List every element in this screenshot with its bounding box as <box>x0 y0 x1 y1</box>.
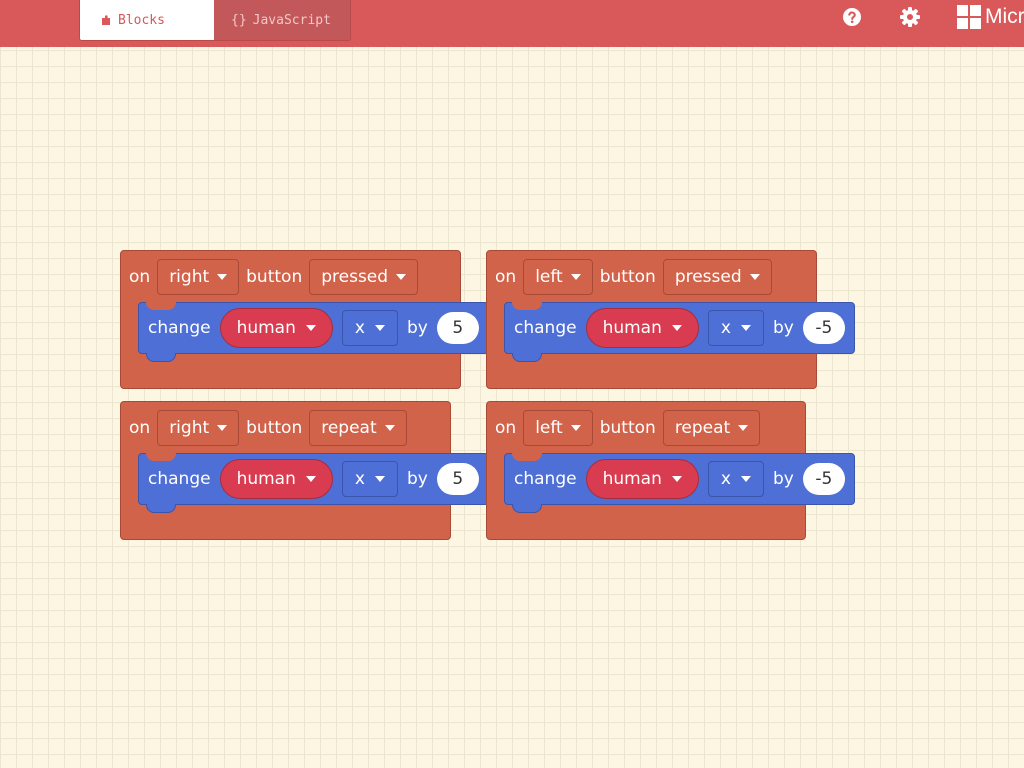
change-label: change <box>514 318 577 338</box>
event-header: on right button pressed <box>129 258 419 296</box>
dropdown-arrow-icon <box>738 425 749 431</box>
dropdown-arrow-icon <box>305 325 316 331</box>
dropdown-arrow-icon <box>374 476 385 482</box>
change-amount-input[interactable]: 5 <box>436 312 479 344</box>
dropdown-arrow-icon <box>305 476 316 482</box>
sprite-variable-value: human <box>602 469 662 489</box>
property-dropdown[interactable]: x <box>707 310 764 346</box>
change-amount-input[interactable]: 5 <box>436 463 479 495</box>
button-name-dropdown[interactable]: left <box>523 259 593 295</box>
change-sprite-property-block[interactable]: change human x by -5 <box>504 302 855 362</box>
button-label: button <box>246 418 303 438</box>
property-dropdown[interactable]: x <box>341 310 398 346</box>
event-header: on left button pressed <box>495 258 772 296</box>
editor-tabs: Blocks {} JavaScript <box>79 0 351 41</box>
puzzle-icon <box>102 14 110 25</box>
dropdown-arrow-icon <box>740 325 751 331</box>
button-event-dropdown[interactable]: pressed <box>662 259 772 295</box>
button-name-value: left <box>535 267 563 287</box>
help-icon[interactable] <box>841 6 863 28</box>
on-label: on <box>129 418 151 438</box>
dropdown-arrow-icon <box>396 274 407 280</box>
sprite-variable-dropdown[interactable]: human <box>219 308 333 348</box>
dropdown-arrow-icon <box>217 274 228 280</box>
property-value: x <box>720 469 731 489</box>
property-value: x <box>354 469 365 489</box>
dropdown-arrow-icon <box>384 425 395 431</box>
change-label: change <box>514 469 577 489</box>
on-button-event-block[interactable]: on right button repeat change human x by… <box>120 401 489 540</box>
on-label: on <box>495 267 517 287</box>
on-label: on <box>129 267 151 287</box>
button-name-dropdown[interactable]: left <box>523 410 593 446</box>
event-header: on left button repeat <box>495 409 761 447</box>
sprite-variable-dropdown[interactable]: human <box>219 459 333 499</box>
property-dropdown[interactable]: x <box>707 461 764 497</box>
button-event-dropdown[interactable]: repeat <box>662 410 761 446</box>
event-header: on right button repeat <box>129 409 407 447</box>
change-sprite-property-block[interactable]: change human x by -5 <box>504 453 855 513</box>
by-label: by <box>406 318 428 338</box>
tab-blocks[interactable]: Blocks <box>80 0 214 40</box>
change-sprite-property-block[interactable]: change human x by 5 <box>138 453 489 513</box>
button-event-dropdown[interactable]: pressed <box>309 259 419 295</box>
button-event-value: pressed <box>674 267 742 287</box>
brand-text: Micr <box>985 5 1024 28</box>
dropdown-arrow-icon <box>374 325 385 331</box>
braces-icon: {} <box>231 12 247 28</box>
property-value: x <box>720 318 731 338</box>
sprite-variable-value: human <box>236 318 296 338</box>
button-event-value: repeat <box>674 418 731 438</box>
button-name-value: right <box>169 418 210 438</box>
dropdown-arrow-icon <box>570 425 581 431</box>
button-event-value: pressed <box>321 267 389 287</box>
sprite-variable-dropdown[interactable]: human <box>585 308 699 348</box>
button-label: button <box>599 418 656 438</box>
on-button-event-block[interactable]: on left button pressed change human x by… <box>486 250 855 389</box>
tab-javascript[interactable]: {} JavaScript <box>214 0 350 40</box>
dropdown-arrow-icon <box>570 274 581 280</box>
windows-logo-icon <box>957 5 981 29</box>
change-label: change <box>148 318 211 338</box>
on-label: on <box>495 418 517 438</box>
on-button-event-block[interactable]: on left button repeat change human x by … <box>486 401 855 540</box>
change-sprite-property-block[interactable]: change human x by 5 <box>138 302 489 362</box>
sprite-variable-dropdown[interactable]: human <box>585 459 699 499</box>
on-button-event-block[interactable]: on right button pressed change human x b… <box>120 250 489 389</box>
property-value: x <box>354 318 365 338</box>
sprite-variable-value: human <box>236 469 296 489</box>
dropdown-arrow-icon <box>749 274 760 280</box>
change-label: change <box>148 469 211 489</box>
gear-icon[interactable] <box>899 6 921 28</box>
sprite-variable-value: human <box>602 318 662 338</box>
tab-blocks-label: Blocks <box>118 12 165 28</box>
dropdown-arrow-icon <box>671 325 682 331</box>
dropdown-arrow-icon <box>740 476 751 482</box>
by-label: by <box>406 469 428 489</box>
microsoft-logo[interactable]: Micr <box>957 5 1024 29</box>
by-label: by <box>772 318 794 338</box>
button-name-value: right <box>169 267 210 287</box>
property-dropdown[interactable]: x <box>341 461 398 497</box>
button-event-value: repeat <box>321 418 377 438</box>
top-bar: Blocks {} JavaScript Micr <box>0 0 1024 47</box>
tab-javascript-label: JavaScript <box>252 12 331 28</box>
dropdown-arrow-icon <box>671 476 682 482</box>
change-amount-input[interactable]: -5 <box>802 312 845 344</box>
dropdown-arrow-icon <box>217 425 228 431</box>
by-label: by <box>772 469 794 489</box>
button-name-dropdown[interactable]: right <box>157 259 240 295</box>
change-amount-input[interactable]: -5 <box>802 463 845 495</box>
button-name-dropdown[interactable]: right <box>157 410 240 446</box>
button-name-value: left <box>535 418 563 438</box>
button-event-dropdown[interactable]: repeat <box>309 410 407 446</box>
button-label: button <box>246 267 303 287</box>
button-label: button <box>599 267 656 287</box>
